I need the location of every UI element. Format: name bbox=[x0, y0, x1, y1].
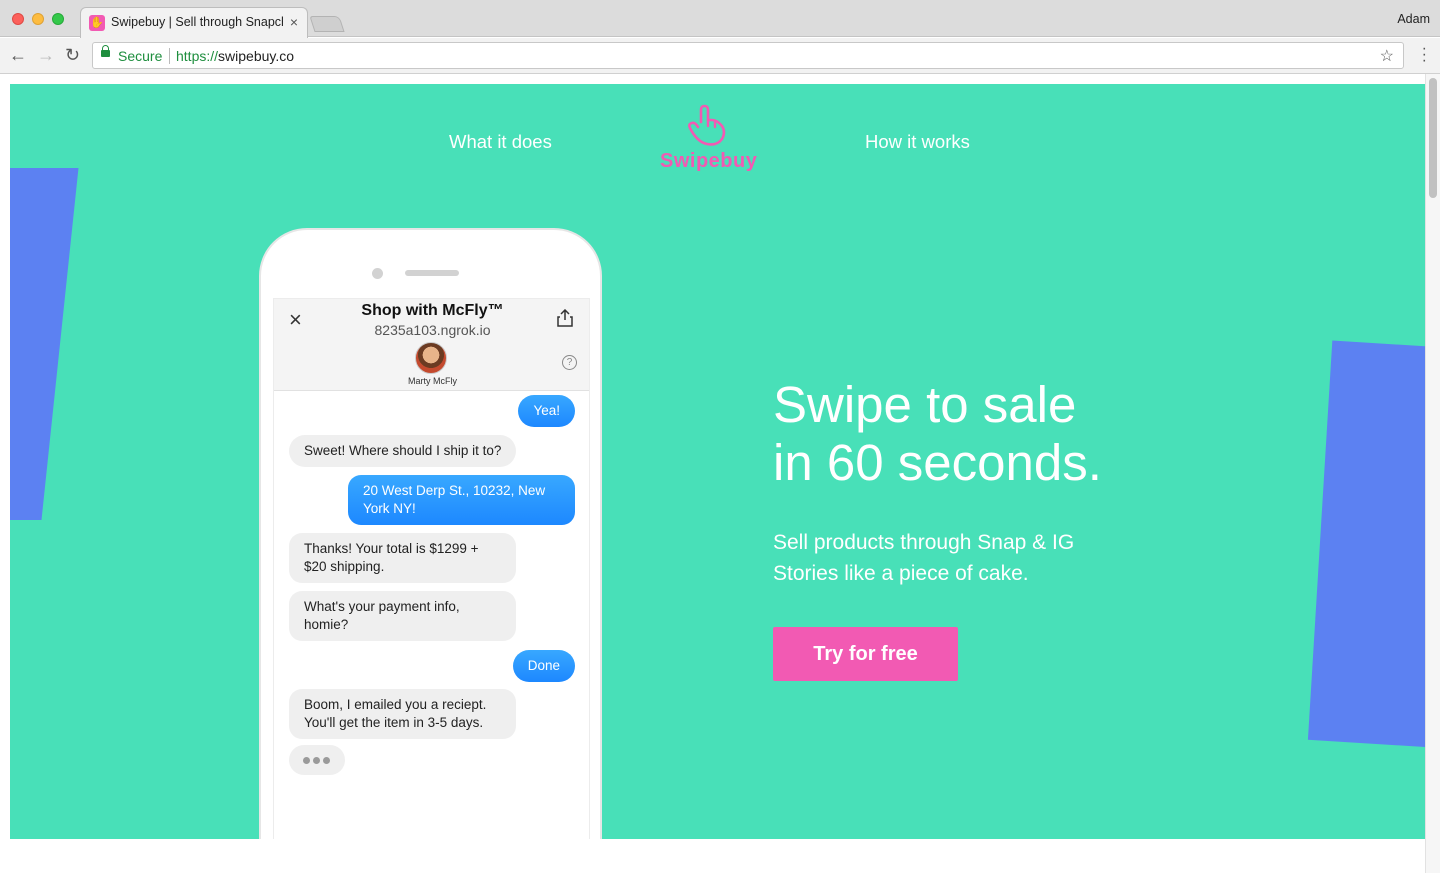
maximize-window-button[interactable] bbox=[52, 13, 64, 25]
decorative-blue-shape-left bbox=[10, 168, 79, 520]
browser-toolbar: ← → ↻ Secure https://swipebuy.co ☆ · · · bbox=[0, 38, 1440, 74]
decorative-blue-shape-right bbox=[1307, 340, 1425, 748]
close-tab-icon[interactable]: × bbox=[290, 14, 298, 30]
lock-icon bbox=[101, 45, 110, 57]
url-scheme: https:// bbox=[176, 48, 219, 64]
swipebuy-logo-text[interactable]: Swipebuy bbox=[660, 150, 757, 173]
chat-message: What's your payment info, homie? bbox=[289, 591, 516, 641]
chat-message: Boom, I emailed you a reciept. You'll ge… bbox=[289, 689, 516, 739]
phone-speaker bbox=[405, 270, 459, 276]
forward-arrow-icon[interactable]: → bbox=[37, 45, 55, 66]
scrollbar-thumb[interactable] bbox=[1429, 78, 1437, 198]
browser-titlebar: ✋ Swipebuy | Sell through Snapchat × Ada… bbox=[0, 0, 1440, 38]
agent-name: Marty McFly bbox=[408, 376, 457, 386]
url-text: https://swipebuy.co bbox=[176, 48, 294, 64]
chat-message: Yea! bbox=[518, 395, 575, 427]
avatar bbox=[415, 342, 447, 374]
bookmark-star-icon[interactable]: ☆ bbox=[1380, 46, 1394, 66]
minimize-window-button[interactable] bbox=[32, 13, 44, 25]
browser-tab[interactable]: ✋ Swipebuy | Sell through Snapchat × bbox=[80, 7, 308, 38]
chat-message: Done bbox=[512, 650, 575, 682]
address-separator bbox=[169, 48, 170, 64]
phone-screen: × Shop with McFly™ 8235a103.ngrok.io Mar… bbox=[273, 298, 590, 839]
typing-dot bbox=[323, 757, 330, 764]
chat-message: Thanks! Your total is $1299 + $20 shippi… bbox=[289, 533, 516, 583]
address-bar[interactable]: Secure https://swipebuy.co ☆ bbox=[92, 42, 1404, 69]
tab-title: Swipebuy | Sell through Snapchat bbox=[111, 15, 283, 29]
nav-what-it-does[interactable]: What it does bbox=[449, 131, 552, 153]
try-for-free-button[interactable]: Try for free bbox=[773, 627, 958, 681]
swipebuy-hand-logo-icon bbox=[688, 104, 726, 146]
chat-message: 20 West Derp St., 10232, New York NY! bbox=[348, 475, 575, 525]
chat-host: 8235a103.ngrok.io bbox=[374, 322, 491, 338]
reload-icon[interactable]: ↻ bbox=[65, 45, 80, 66]
landing-page: What it does Swipebuy How it works × Sho… bbox=[10, 84, 1425, 839]
hero-title-line1: Swipe to sale bbox=[773, 376, 1077, 433]
close-window-button[interactable] bbox=[12, 13, 24, 25]
phone-mockup: × Shop with McFly™ 8235a103.ngrok.io Mar… bbox=[259, 228, 602, 839]
nav-how-it-works[interactable]: How it works bbox=[865, 131, 970, 153]
profile-name[interactable]: Adam bbox=[1397, 12, 1430, 26]
hero-subtitle: Sell products through Snap & IG Stories … bbox=[773, 531, 1075, 585]
back-arrow-icon[interactable]: ← bbox=[9, 45, 27, 66]
chat-header: × Shop with McFly™ 8235a103.ngrok.io Mar… bbox=[274, 299, 589, 391]
hero-title-line2: in 60 seconds. bbox=[773, 434, 1102, 491]
hero-title: Swipe to sale in 60 seconds. bbox=[773, 376, 1102, 492]
help-icon[interactable]: ? bbox=[562, 355, 577, 370]
phone-camera bbox=[372, 268, 383, 279]
share-icon[interactable] bbox=[556, 309, 574, 327]
swipebuy-favicon-icon: ✋ bbox=[89, 15, 105, 31]
typing-indicator bbox=[289, 745, 345, 775]
typing-dot bbox=[303, 757, 310, 764]
secure-label: Secure bbox=[118, 48, 163, 64]
chat-title: Shop with McFly™ bbox=[361, 302, 504, 319]
browser-menu-icon[interactable]: · · · bbox=[1422, 41, 1427, 69]
chat-message: Sweet! Where should I ship it to? bbox=[289, 435, 517, 467]
typing-dot bbox=[313, 757, 320, 764]
url-host: swipebuy.co bbox=[218, 48, 295, 64]
page-scrollbar[interactable] bbox=[1425, 74, 1440, 873]
new-tab-button[interactable] bbox=[309, 16, 345, 32]
